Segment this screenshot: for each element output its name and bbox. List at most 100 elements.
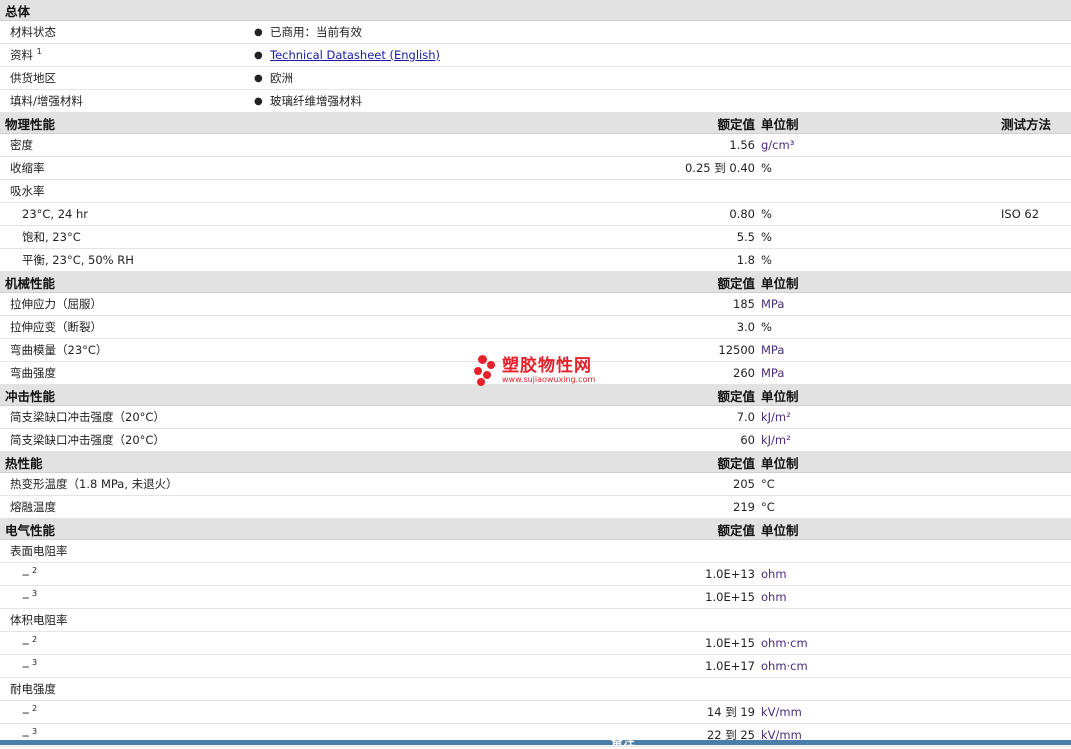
row-value: 1.0E+17 — [705, 659, 755, 673]
table-row: 简支梁缺口冲击强度（20°C） 60 kJ/m² — [0, 429, 1071, 452]
col-header-value: 额定值 — [717, 522, 755, 538]
row-value: 205 — [733, 477, 755, 491]
row-label: 拉伸应力（屈服） — [10, 297, 102, 311]
row-unit: kJ/m² — [761, 410, 791, 424]
table-row: 收缩率 0.25 到 0.40% — [0, 157, 1071, 180]
section-title: 热性能 — [5, 455, 43, 471]
row-label: 吸水率 — [10, 184, 45, 198]
row-value: 12500 — [718, 343, 755, 357]
row-value: 260 — [733, 366, 755, 380]
row-value: 0.80 — [729, 207, 755, 221]
row-unit: kJ/m² — [761, 433, 791, 447]
section-thermal-header: 热性能 额定值 单位制 — [0, 452, 1071, 473]
row-unit: °C — [761, 500, 775, 514]
col-header-unit: 单位制 — [761, 116, 799, 132]
col-header-unit: 单位制 — [761, 388, 799, 404]
row-label: 熔融温度 — [10, 500, 56, 514]
general-row: 填料/增强材料 ● 玻璃纤维增强材料 — [0, 90, 1071, 113]
row-label: 简支梁缺口冲击强度（20°C） — [10, 433, 165, 447]
row-value: 1.0E+15 — [705, 590, 755, 604]
table-row: 密度 1.56 g/cm³ — [0, 134, 1071, 157]
footnote-marker: 2 — [31, 635, 38, 645]
row-value: 3.0 — [736, 320, 755, 334]
section-physical-header: 物理性能 额定值 单位制 测试方法 — [0, 113, 1071, 134]
section-general-header: 总体 — [0, 0, 1071, 21]
table-row: 体积电阻率 — [0, 609, 1071, 632]
row-label: 热变形温度（1.8 MPa, 未退火） — [10, 477, 178, 491]
dash-label: -- — [22, 567, 29, 581]
bullet-icon: ● — [254, 95, 263, 107]
section-mechanical-header: 机械性能 额定值 单位制 — [0, 272, 1071, 293]
section-title: 总体 — [5, 3, 31, 19]
row-value: 1.56 — [729, 138, 755, 152]
footnote-marker: 3 — [31, 589, 38, 599]
row-label: 收缩率 — [10, 161, 45, 175]
row-unit: % — [761, 207, 772, 221]
col-header-test: 测试方法 — [1001, 116, 1052, 132]
row-value: 5.5 — [736, 230, 755, 244]
row-label: -- 2 — [0, 567, 605, 581]
table-row: -- 3 1.0E+17 ohm·cm — [0, 655, 1071, 678]
table-row: 耐电强度 — [0, 678, 1071, 701]
row-unit: ohm — [761, 567, 787, 581]
bullet-icon: ● — [254, 49, 263, 61]
row-label: -- 2 — [0, 636, 605, 650]
bullet-icon: ● — [254, 72, 263, 84]
table-row: 简支梁缺口冲击强度（20°C） 7.0 kJ/m² — [0, 406, 1071, 429]
table-row: -- 2 1.0E+13 ohm — [0, 563, 1071, 586]
bullet-icon: ● — [254, 26, 263, 38]
table-row: -- 2 14 到 19 kV/mm — [0, 701, 1071, 724]
table-row: 吸水率 — [0, 180, 1071, 203]
row-label: 23°C, 24 hr — [22, 207, 89, 221]
row-unit: % — [761, 161, 772, 175]
row-unit: ohm·cm — [761, 659, 808, 673]
section-title: 物理性能 — [5, 116, 56, 132]
row-value: 玻璃纤维增强材料 — [270, 94, 362, 108]
watermark: 塑胶物性网 www.sujiaowuxing.com — [474, 355, 595, 387]
footnote-marker: 2 — [31, 704, 38, 714]
row-value: 0.25 到 0.40 — [684, 161, 755, 175]
section-electrical-header: 电气性能 额定值 单位制 — [0, 519, 1071, 540]
label-text: 资料 — [10, 48, 33, 62]
row-unit: °C — [761, 477, 775, 491]
col-header-value: 额定值 — [717, 116, 755, 132]
table-row: 热变形温度（1.8 MPa, 未退火） 205 °C — [0, 473, 1071, 496]
dash-label: -- — [22, 590, 29, 604]
row-value: 1.8 — [736, 253, 755, 267]
row-label: 表面电阻率 — [10, 544, 68, 558]
table-row: -- 2 1.0E+15 ohm·cm — [0, 632, 1071, 655]
footnote-marker: 3 — [31, 727, 38, 737]
section-impact-header: 冲击性能 额定值 单位制 — [0, 385, 1071, 406]
dash-label: -- — [22, 636, 29, 650]
table-row: 23°C, 24 hr 0.80% ISO 62 — [0, 203, 1071, 226]
section-title: 冲击性能 — [5, 388, 56, 404]
dash-label: -- — [22, 659, 29, 673]
row-unit: g/cm³ — [761, 138, 795, 152]
datasheet-link[interactable]: Technical Datasheet (English) — [270, 48, 440, 62]
footnote-marker: 1 — [36, 47, 42, 57]
row-value: 185 — [733, 297, 755, 311]
row-unit: ohm·cm — [761, 636, 808, 650]
col-header-unit: 单位制 — [761, 522, 799, 538]
row-value: 219 — [733, 500, 755, 514]
col-header-unit: 单位制 — [761, 275, 799, 291]
section-title: 机械性能 — [5, 275, 56, 291]
row-label: -- 3 — [0, 659, 605, 673]
row-unit: MPa — [761, 297, 785, 311]
table-row: -- 3 1.0E+15 ohm — [0, 586, 1071, 609]
row-label: -- 3 — [0, 590, 605, 604]
table-row: 平衡, 23°C, 50% RH 1.8% — [0, 249, 1071, 272]
row-value: 已商用：当前有效 — [270, 25, 362, 39]
row-label: 填料/增强材料 — [10, 94, 83, 108]
row-value: 14 到 19 — [706, 705, 755, 719]
row-label: 饱和, 23°C — [22, 230, 81, 244]
row-label: 耐电强度 — [10, 682, 56, 696]
dash-label: -- — [22, 705, 29, 719]
table-row: 熔融温度 219 °C — [0, 496, 1071, 519]
row-test-method: ISO 62 — [1001, 207, 1040, 221]
row-label: 平衡, 23°C, 50% RH — [22, 253, 134, 267]
row-label: 资料 1 — [0, 47, 254, 63]
row-label: 供货地区 — [10, 71, 56, 85]
row-unit: ohm — [761, 590, 787, 604]
table-row: 拉伸应力（屈服） 185 MPa — [0, 293, 1071, 316]
